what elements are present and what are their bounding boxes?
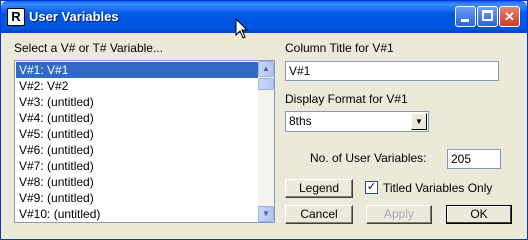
titled-only-label[interactable]: Titled Variables Only [383, 181, 492, 195]
column-title-input[interactable]: V#1 [285, 61, 499, 81]
close-button[interactable]: ✕ [499, 6, 520, 27]
variable-list-label: Select a V# or T# Variable... [14, 41, 163, 55]
column-title-label: Column Title for V#1 [285, 41, 394, 55]
display-format-select[interactable]: 8ths ▼ [285, 111, 429, 132]
apply-button[interactable]: Apply [366, 205, 432, 224]
check-icon: ✓ [366, 181, 377, 193]
chevron-down-icon: ▼ [262, 209, 270, 218]
list-item[interactable]: V#7: (untitled) [16, 158, 258, 174]
list-item[interactable]: V#4: (untitled) [16, 110, 258, 126]
app-icon: R [7, 8, 25, 26]
display-format-value: 8ths [289, 114, 312, 128]
list-item[interactable]: V#9: (untitled) [16, 190, 258, 206]
list-item[interactable]: V#6: (untitled) [16, 142, 258, 158]
list-item[interactable]: V#3: (untitled) [16, 94, 258, 110]
chevron-up-icon: ▲ [262, 64, 270, 73]
ok-button[interactable]: OK [446, 205, 512, 224]
display-format-label: Display Format for V#1 [285, 92, 408, 106]
title-bar[interactable]: R User Variables ✕ [1, 1, 527, 33]
num-user-vars-label: No. of User Variables: [310, 151, 427, 165]
list-item[interactable]: V#2: V#2 [16, 78, 258, 94]
dropdown-button[interactable]: ▼ [411, 113, 427, 130]
legend-button[interactable]: Legend [285, 179, 353, 198]
list-scrollbar[interactable]: ▲ ▼ [258, 61, 274, 222]
list-item[interactable]: V#10: (untitled) [16, 206, 258, 222]
scroll-thumb[interactable] [258, 78, 274, 90]
titled-only-checkbox[interactable]: ✓ [365, 181, 378, 194]
cancel-button[interactable]: Cancel [285, 205, 353, 224]
scroll-down-button[interactable]: ▼ [258, 206, 274, 222]
chevron-down-icon: ▼ [415, 117, 423, 126]
scroll-up-button[interactable]: ▲ [258, 61, 274, 77]
list-item[interactable]: V#1: V#1 [16, 62, 258, 78]
minimize-icon [461, 19, 469, 22]
user-variables-dialog: R User Variables ✕ Select a V# or T# Var… [0, 0, 528, 240]
maximize-icon [482, 10, 493, 21]
mouse-cursor-icon [235, 18, 249, 39]
num-user-vars-input[interactable]: 205 [447, 149, 501, 169]
close-icon: ✕ [504, 9, 515, 24]
list-item[interactable]: V#5: (untitled) [16, 126, 258, 142]
list-item[interactable]: V#8: (untitled) [16, 174, 258, 190]
minimize-button[interactable] [455, 6, 476, 27]
window-title: User Variables [29, 9, 119, 24]
variable-listbox[interactable]: V#1: V#1 V#2: V#2 V#3: (untitled) V#4: (unt… [14, 60, 275, 223]
maximize-button[interactable] [477, 6, 498, 27]
